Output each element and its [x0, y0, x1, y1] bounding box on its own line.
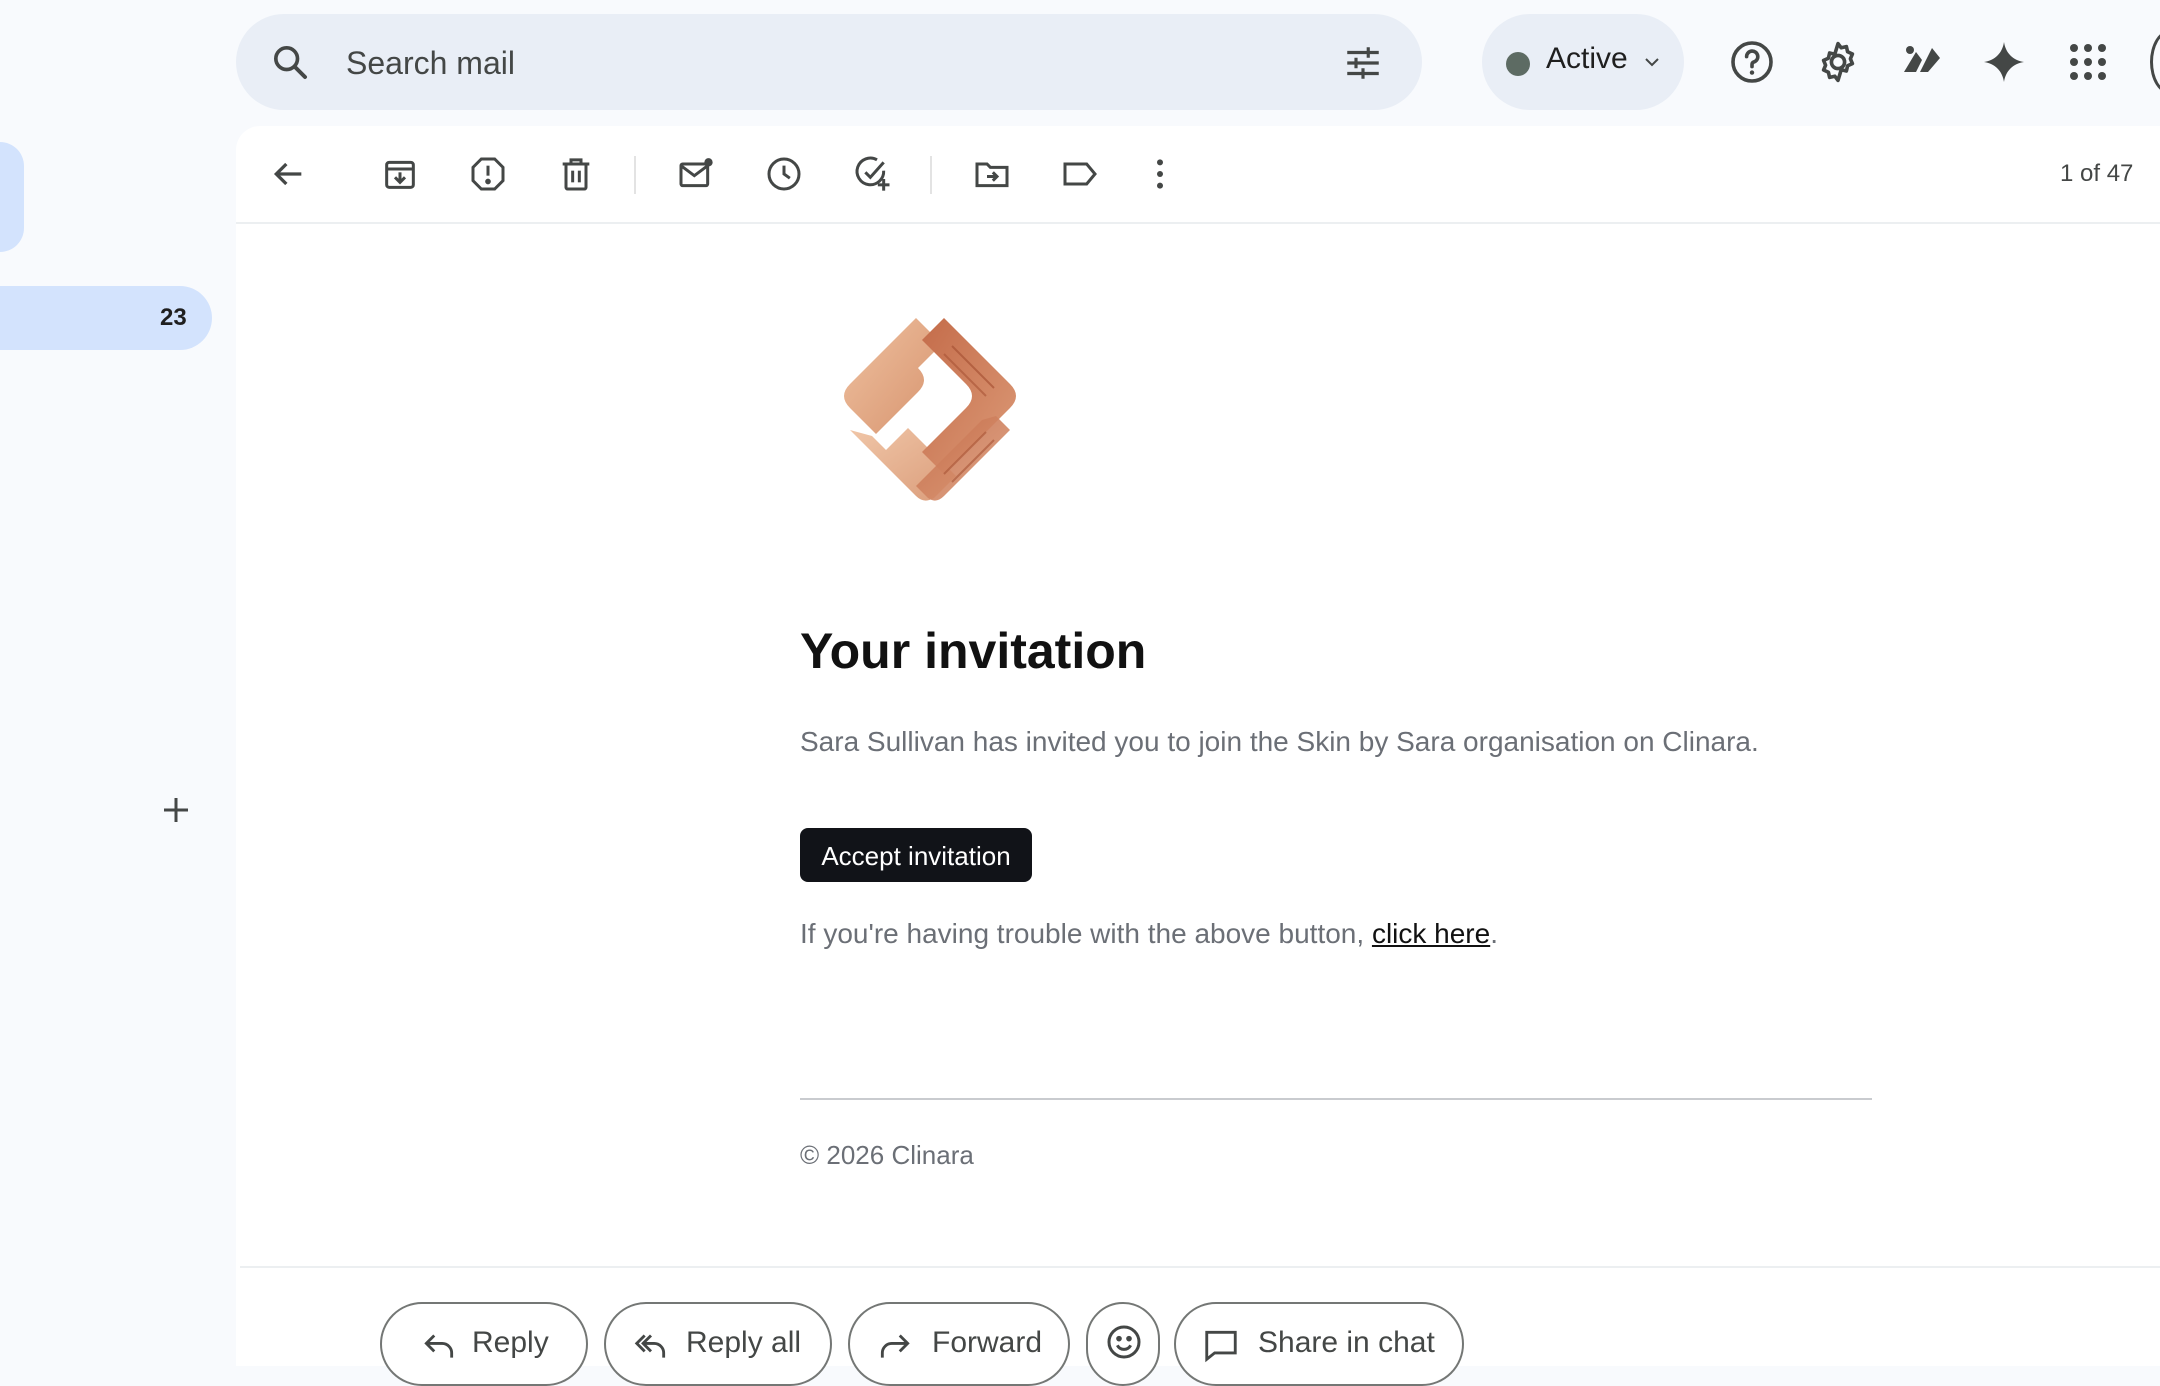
report-spam-icon[interactable] — [468, 154, 508, 194]
accept-invitation-button[interactable]: Accept invitation — [800, 828, 1032, 882]
chevron-down-icon — [1640, 50, 1664, 74]
google-apps-icon[interactable] — [2064, 38, 2112, 86]
reply-all-icon — [632, 1326, 670, 1364]
forward-icon — [876, 1326, 914, 1364]
sidebar-item-inbox[interactable]: 23 — [0, 286, 212, 350]
snooze-icon[interactable] — [764, 154, 804, 194]
unread-count-badge: 23 — [160, 304, 187, 331]
search-options-icon[interactable] — [1342, 42, 1384, 84]
more-icon[interactable] — [1140, 154, 1180, 194]
search-bar[interactable] — [236, 14, 1422, 110]
status-chip[interactable]: Active — [1482, 14, 1684, 110]
reply-icon — [420, 1326, 458, 1364]
reply-label: Reply — [472, 1326, 549, 1359]
status-dot — [1506, 52, 1530, 76]
clinara-logo — [836, 312, 1026, 522]
status-label: Active — [1546, 42, 1628, 75]
mark-unread-icon[interactable] — [676, 154, 716, 194]
trouble-prefix: If you're having trouble with the above … — [800, 918, 1372, 949]
move-to-icon[interactable] — [972, 154, 1012, 194]
avatar[interactable] — [2150, 30, 2160, 94]
settings-icon[interactable] — [1814, 38, 1862, 86]
emoji-reaction-button[interactable] — [1086, 1302, 1160, 1386]
click-here-link[interactable]: click here — [1372, 918, 1490, 949]
reply-button[interactable]: Reply — [380, 1302, 588, 1386]
chat-icon — [1202, 1326, 1240, 1364]
add-label-icon[interactable] — [158, 792, 194, 828]
copyright-text: © 2026 Clinara — [800, 1140, 974, 1170]
actions-divider — [240, 1266, 2160, 1268]
add-to-tasks-icon[interactable] — [852, 154, 892, 194]
trouble-suffix: . — [1490, 918, 1498, 949]
email-title: Your invitation — [800, 623, 1147, 679]
forward-button[interactable]: Forward — [848, 1302, 1070, 1386]
archive-icon[interactable] — [380, 154, 420, 194]
emoji-icon — [1104, 1322, 1144, 1362]
share-in-chat-label: Share in chat — [1258, 1326, 1435, 1359]
help-icon[interactable] — [1728, 38, 1776, 86]
pagination-label: 1 of 47 — [2060, 160, 2134, 187]
message-toolbar: 1 of 47 — [236, 126, 2160, 224]
reply-all-button[interactable]: Reply all — [604, 1302, 832, 1386]
compose-button[interactable] — [0, 142, 24, 252]
apps-widget-icon[interactable] — [1898, 38, 1946, 86]
email-body-text: Sara Sullivan has invited you to join th… — [800, 726, 1759, 757]
delete-icon[interactable] — [556, 154, 596, 194]
footer-divider — [800, 1098, 1872, 1100]
back-arrow-icon[interactable] — [268, 154, 308, 194]
toolbar-divider — [930, 156, 932, 194]
trouble-text: If you're having trouble with the above … — [800, 918, 1498, 950]
share-in-chat-button[interactable]: Share in chat — [1174, 1302, 1464, 1386]
forward-label: Forward — [932, 1326, 1043, 1359]
toolbar-divider — [634, 156, 636, 194]
search-icon[interactable] — [270, 42, 310, 82]
gemini-icon[interactable] — [1980, 38, 2028, 86]
message-panel: 1 of 47 Your invitation Sara Sullivan ha… — [236, 126, 2160, 1386]
search-input[interactable] — [344, 36, 1148, 90]
label-icon[interactable] — [1060, 154, 1100, 194]
reply-all-label: Reply all — [686, 1326, 802, 1359]
